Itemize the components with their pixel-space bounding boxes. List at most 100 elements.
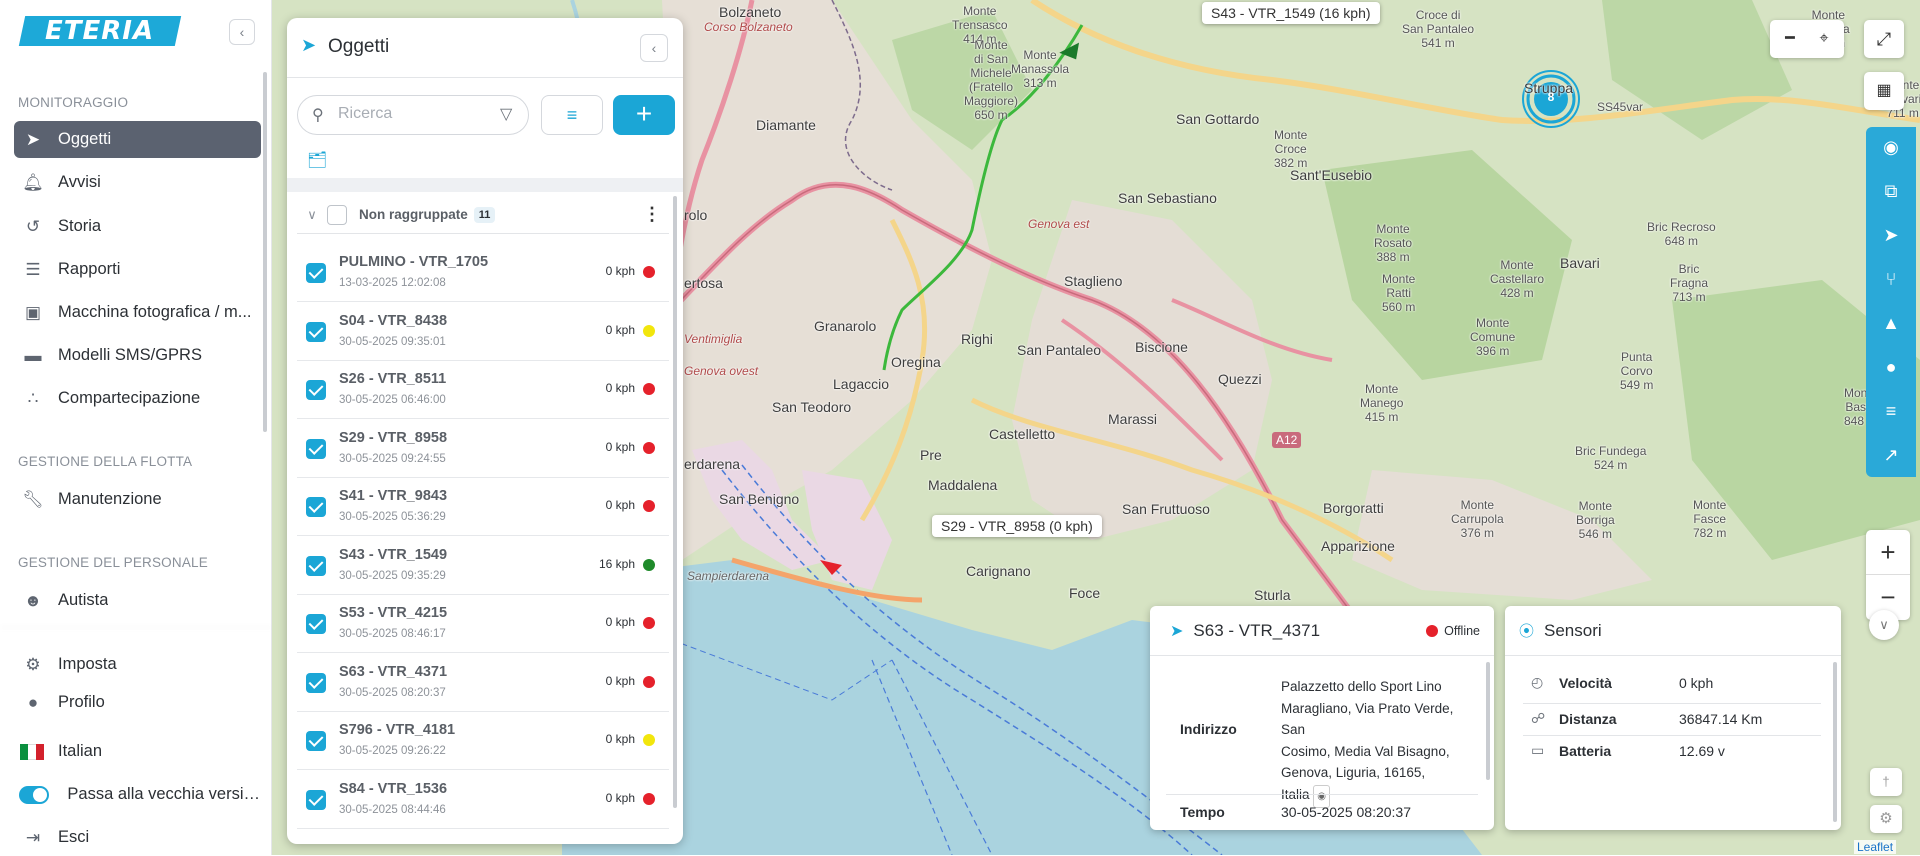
object-checkbox[interactable] bbox=[306, 321, 326, 342]
object-info-card: ➤ S63 - VTR_4371 Offline Indirizzo Palaz… bbox=[1150, 606, 1494, 830]
object-checkbox[interactable] bbox=[306, 789, 326, 810]
sidebar: ETERIA ‹ MONITORAGGIO ➤ Oggetti 🔔︎ Avvis… bbox=[0, 0, 272, 855]
map-label-erdarena: erdarena bbox=[684, 456, 741, 472]
map-label-carignano: Carignano bbox=[966, 563, 1031, 579]
object-timestamp: 30-05-2025 08:20:37 bbox=[339, 686, 446, 699]
object-row[interactable]: S04 - VTR_8438 30-05-2025 09:35:01 0 kph bbox=[297, 303, 669, 361]
filter-icon[interactable]: ▽ bbox=[500, 104, 512, 124]
old-version-toggle[interactable]: Passa alla vecchia versione bbox=[14, 776, 261, 813]
object-checkbox[interactable] bbox=[306, 380, 326, 400]
list-view-button[interactable]: ≡ bbox=[541, 95, 603, 135]
object-row[interactable]: S53 - VTR_4215 30-05-2025 08:46:17 0 kph bbox=[297, 595, 669, 653]
object-checkbox[interactable] bbox=[306, 497, 326, 517]
pin-panel-button[interactable]: † bbox=[1870, 768, 1902, 796]
sidebar-collapse-button[interactable]: ‹ bbox=[229, 19, 255, 45]
map-icon: ▦ bbox=[1876, 82, 1892, 99]
object-checkbox[interactable] bbox=[306, 672, 326, 693]
vehicle-tooltip-s29[interactable]: S29 - VTR_8958 (0 kph) bbox=[932, 515, 1102, 537]
object-row[interactable]: S29 - VTR_8958 30-05-2025 09:24:55 0 kph bbox=[297, 420, 669, 478]
geofence-circle-icon[interactable]: ◉ bbox=[1866, 127, 1916, 167]
sidebar-item-oggetti[interactable]: ➤ Oggetti bbox=[14, 121, 261, 158]
sidebar-item-camera[interactable]: ▣ Macchina fotografica / m... bbox=[14, 294, 261, 331]
sidebar-item-rapporti[interactable]: ☰ Rapporti bbox=[14, 251, 261, 288]
sidebar-scrollbar[interactable] bbox=[263, 72, 267, 432]
road-icon[interactable]: ▲ bbox=[1866, 303, 1916, 343]
object-speed: 16 kph bbox=[598, 556, 635, 571]
route-icon: ☍ bbox=[1531, 710, 1546, 726]
object-timestamp: 30-05-2025 09:35:01 bbox=[339, 335, 446, 348]
zoom-in-button[interactable]: + bbox=[1866, 530, 1910, 575]
sidebar-item-storia[interactable]: ↺ Storia bbox=[14, 208, 261, 245]
sidebar-item-autista[interactable]: ☻ Autista bbox=[14, 582, 261, 619]
object-row[interactable]: PULMINO - VTR_1705 13-03-2025 12:02:08 0 k… bbox=[297, 244, 669, 302]
route-split-icon[interactable]: ⑂ bbox=[1866, 259, 1916, 299]
sidebar-item-label: Esci bbox=[58, 828, 90, 846]
language-selector[interactable]: Italian bbox=[14, 733, 261, 770]
search-input[interactable] bbox=[338, 105, 488, 123]
object-checkbox[interactable] bbox=[306, 263, 326, 283]
object-row[interactable]: S796 - VTR_4181 30-05-2025 09:26:22 0 kph bbox=[297, 712, 669, 770]
kebab-menu-icon[interactable]: ⋮ bbox=[643, 204, 661, 225]
map-label-san-michele: Monte di San Michele (Fratello Maggiore)… bbox=[964, 38, 1019, 122]
sidebar-item-sms[interactable]: ▬ Modelli SMS/GPRS bbox=[14, 337, 261, 374]
toggle-switch[interactable] bbox=[19, 785, 50, 804]
map-label-quezzi: Quezzi bbox=[1218, 371, 1262, 387]
map-label-bavari: Bavari bbox=[1560, 255, 1600, 271]
vehicle-cluster-marker[interactable]: 8 bbox=[1540, 90, 1562, 104]
object-checkbox[interactable] bbox=[306, 614, 326, 634]
italy-flag-icon bbox=[20, 743, 44, 760]
object-name: S43 - VTR_1549 bbox=[339, 546, 448, 563]
group-checkbox[interactable] bbox=[327, 204, 347, 225]
sidebar-item-manutenzione[interactable]: 🔧︎ Manutenzione bbox=[14, 481, 261, 518]
sidebar-item-settings[interactable]: ⚙ Imposta bbox=[14, 646, 261, 683]
gear-icon: ⚙ bbox=[25, 654, 41, 674]
card-scrollbar[interactable] bbox=[1833, 662, 1837, 822]
group-header[interactable]: ∨ Non raggruppate 11 ⋮ bbox=[297, 196, 669, 234]
vehicle-tooltip-s43[interactable]: S43 - VTR_1549 (16 kph) bbox=[1202, 2, 1380, 24]
logo: ETERIA bbox=[18, 16, 182, 46]
object-card-title: S63 - VTR_4371 bbox=[1193, 620, 1321, 640]
sidebar-item-logout[interactable]: ⇥ Esci bbox=[14, 819, 261, 856]
navigation-arrow-icon[interactable]: ➤ bbox=[1866, 215, 1916, 255]
folders-icon[interactable]: 🗂︎ bbox=[307, 150, 327, 170]
map-label-carrupola: Monte Carrupola 376 m bbox=[1451, 498, 1504, 540]
fullscreen-button[interactable]: ⤢ bbox=[1864, 20, 1904, 58]
object-row[interactable]: S84 - VTR_1536 30-05-2025 08:44:46 0 kph bbox=[297, 771, 669, 829]
sidebar-item-avvisi[interactable]: 🔔︎ Avvisi bbox=[14, 164, 261, 201]
object-row[interactable]: S43 - VTR_1549 30-05-2025 09:35:29 16 kph bbox=[297, 537, 669, 595]
panel-scrollbar[interactable] bbox=[673, 196, 677, 808]
object-speed: 0 kph bbox=[605, 322, 635, 337]
search-box[interactable]: ⚲ ▽ bbox=[297, 95, 529, 135]
sensor-value: 36847.14 Km bbox=[1679, 711, 1763, 727]
object-checkbox[interactable] bbox=[306, 555, 326, 576]
focus-icon[interactable]: ⧉ bbox=[1866, 171, 1916, 211]
object-name: S41 - VTR_9843 bbox=[339, 488, 448, 504]
object-checkbox[interactable] bbox=[306, 731, 326, 751]
list-direction-icon[interactable]: ≡ bbox=[1866, 391, 1916, 431]
sidebar-item-compartecipazione[interactable]: ∴ Compartecipazione bbox=[14, 380, 261, 417]
ruler-icon[interactable]: ━ bbox=[1773, 20, 1807, 58]
object-row[interactable]: S26 - VTR_8511 30-05-2025 06:46:00 0 kph bbox=[297, 361, 669, 419]
card-scrollbar[interactable] bbox=[1486, 662, 1490, 780]
add-object-button[interactable]: + bbox=[613, 95, 675, 135]
map-label-sant-eusebio: Sant'Eusebio bbox=[1290, 167, 1373, 183]
crosshair-icon[interactable]: ⌖ bbox=[1807, 20, 1841, 58]
map-label-genova-ovest: Genova ovest bbox=[684, 364, 759, 378]
share-arrow-icon[interactable]: ↗ bbox=[1866, 435, 1916, 475]
chevron-down-icon[interactable]: ∨ bbox=[297, 207, 327, 223]
pin-icon[interactable]: ● bbox=[1866, 347, 1916, 387]
map-label-granarolo: Granarolo bbox=[814, 318, 877, 334]
cards-collapse-button[interactable]: ∨ bbox=[1869, 610, 1899, 640]
leaflet-attribution[interactable]: Leaflet bbox=[1854, 840, 1897, 854]
time-label: Tempo bbox=[1180, 804, 1225, 820]
status-dot bbox=[643, 324, 655, 337]
object-row[interactable]: S63 - VTR_4371 30-05-2025 08:20:37 0 kph bbox=[297, 654, 669, 712]
map-label-fasce: Monte Fasce 782 m bbox=[1693, 498, 1727, 540]
map-layers-button[interactable]: ▦ bbox=[1864, 72, 1904, 110]
object-checkbox[interactable] bbox=[306, 438, 326, 459]
map-settings-button[interactable]: ⚙ bbox=[1870, 805, 1902, 833]
map-label-manego: Monte Manego 415 m bbox=[1360, 382, 1404, 424]
sidebar-item-profile[interactable]: ● Profilo bbox=[14, 684, 261, 721]
panel-collapse-button[interactable]: ‹ bbox=[640, 34, 668, 62]
object-row[interactable]: S41 - VTR_9843 30-05-2025 05:36:29 0 kph bbox=[297, 478, 669, 536]
